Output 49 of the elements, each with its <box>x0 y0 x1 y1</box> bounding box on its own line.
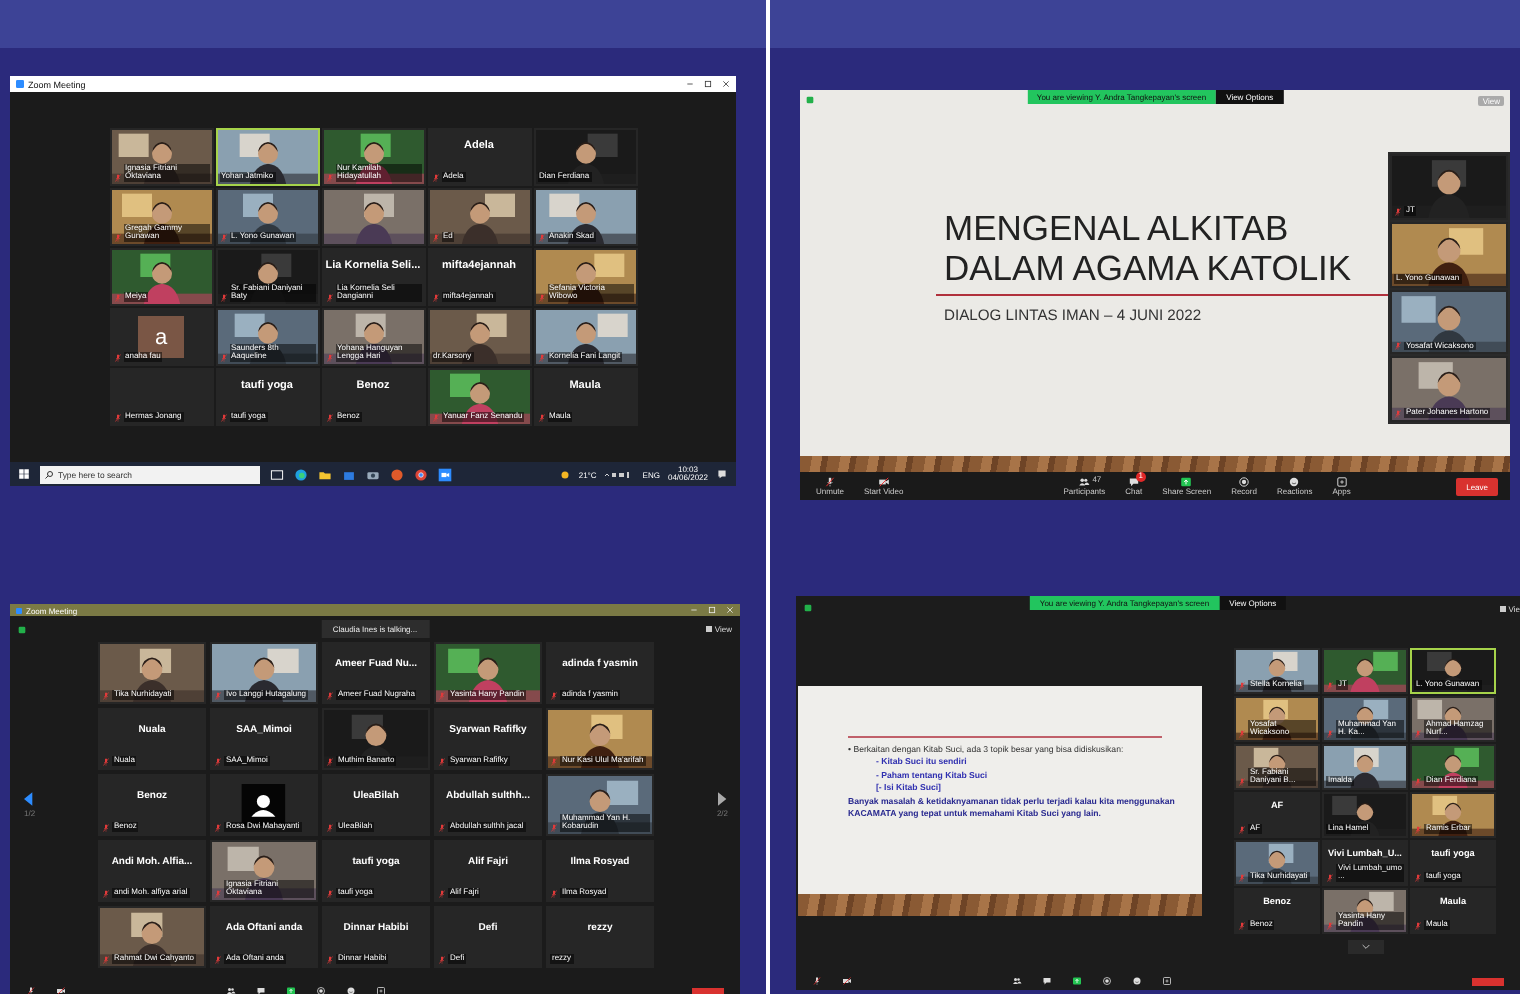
grid-view-icon <box>1500 605 1507 611</box>
smiley-icon <box>1288 475 1301 488</box>
shield-icon[interactable] <box>804 604 812 612</box>
apps-icon <box>376 986 386 994</box>
store-icon[interactable] <box>342 467 356 481</box>
circle-app-icon[interactable] <box>390 467 404 481</box>
chat-bubble-icon <box>1042 976 1052 986</box>
chevron-down-icon <box>1361 944 1369 950</box>
people-icon <box>1078 475 1091 488</box>
camera-off-icon <box>56 986 66 994</box>
people-icon <box>226 986 236 994</box>
record-icon <box>1238 475 1251 488</box>
right-arrow-icon <box>717 792 728 806</box>
shield-icon[interactable] <box>18 625 26 633</box>
smiley-icon <box>346 986 356 994</box>
windows-logo-icon[interactable] <box>18 468 30 480</box>
muted-mic-icon <box>26 986 36 994</box>
task-view-icon[interactable] <box>270 467 284 481</box>
scroll-down-button[interactable] <box>1347 940 1383 954</box>
muted-mic-icon <box>812 976 822 986</box>
apps-icon <box>1162 976 1172 986</box>
camera-off-icon <box>842 976 852 986</box>
apps-icon <box>1335 475 1348 488</box>
share-screen-icon <box>286 986 296 994</box>
slide-title: DALAM AGAMA KATOLIK <box>944 249 1354 289</box>
grid-view-icon <box>706 626 713 632</box>
left-arrow-icon <box>24 792 35 806</box>
notification-icon[interactable] <box>716 468 728 480</box>
chat-bubble-icon <box>256 986 266 994</box>
people-icon <box>1012 976 1022 986</box>
camera-icon[interactable] <box>366 467 380 481</box>
chat-bubble-icon <box>1127 475 1140 488</box>
zoom-logo-icon <box>16 80 24 88</box>
weather-sun-icon[interactable] <box>560 469 571 479</box>
slide-title: MENGENAL ALKITAB <box>944 210 1291 250</box>
record-icon <box>1102 976 1112 986</box>
share-screen-icon <box>1072 976 1082 986</box>
muted-mic-icon <box>824 475 836 488</box>
browser-icon[interactable] <box>294 467 308 481</box>
camera-off-icon <box>877 475 890 488</box>
record-icon <box>316 986 326 994</box>
zoom-logo-icon <box>16 607 22 613</box>
share-screen-icon <box>1180 475 1193 488</box>
maximize-icon[interactable] <box>704 80 712 88</box>
video-app-icon[interactable] <box>438 467 452 481</box>
smiley-icon <box>1132 976 1142 986</box>
chrome-icon[interactable] <box>414 467 428 481</box>
folder-icon[interactable] <box>318 467 332 481</box>
close-icon[interactable] <box>722 80 730 88</box>
